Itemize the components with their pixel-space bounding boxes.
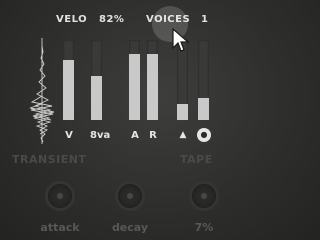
- slider-fill: [91, 76, 102, 120]
- slider-fill: [147, 54, 158, 120]
- tape-amount-knob[interactable]: [192, 184, 216, 208]
- slider-tape-dot[interactable]: [198, 40, 209, 120]
- tape-amount-label: 7%: [194, 221, 214, 234]
- slider-fill: [177, 104, 188, 120]
- dot-icon[interactable]: ●: [197, 128, 211, 142]
- velocity-label: VELO: [56, 14, 88, 25]
- slider-label-r: R: [149, 130, 157, 141]
- waveform-display: [29, 38, 55, 144]
- decay-label: decay: [111, 221, 149, 234]
- slider-octave[interactable]: [91, 40, 102, 120]
- slider-fill: [198, 98, 209, 120]
- section-tape: TAPE: [180, 153, 213, 166]
- slider-fill: [129, 54, 140, 120]
- slider-fill: [63, 60, 74, 120]
- velocity-value[interactable]: 82%: [99, 14, 124, 25]
- slider-attack[interactable]: [129, 40, 140, 120]
- slider-velocity[interactable]: [63, 40, 74, 120]
- decay-knob[interactable]: [118, 184, 142, 208]
- slider-release[interactable]: [147, 40, 158, 120]
- attack-knob[interactable]: [48, 184, 72, 208]
- slider-label-a: A: [131, 130, 139, 141]
- section-transient: TRANSIENT: [12, 153, 87, 166]
- triangle-icon[interactable]: ▲: [176, 130, 190, 140]
- cursor-arrow-icon: [172, 28, 190, 52]
- attack-label: attack: [40, 221, 80, 234]
- slider-label-v: V: [65, 130, 73, 141]
- voices-value[interactable]: 1: [201, 14, 208, 25]
- slider-label-octave: 8va: [90, 130, 111, 141]
